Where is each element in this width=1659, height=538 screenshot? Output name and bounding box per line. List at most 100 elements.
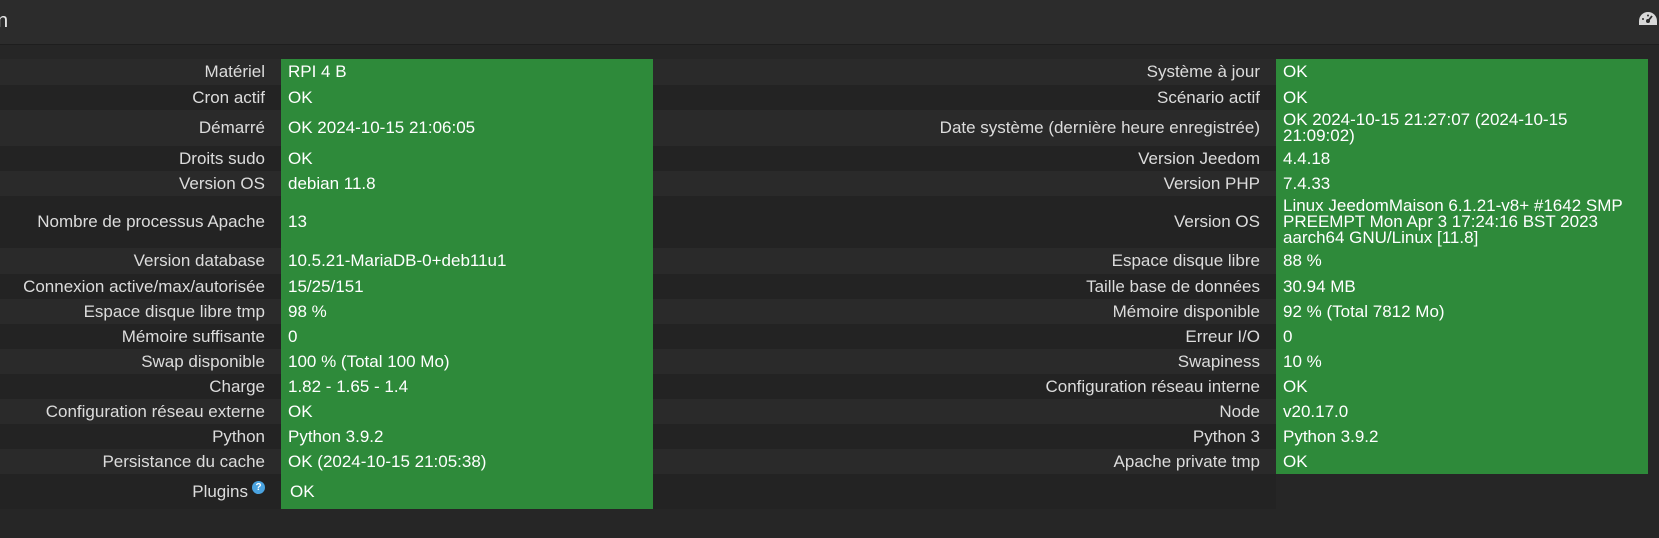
row-label: Scénario actif [653,85,1276,110]
table-row: Mémoire suffisante 0 Erreur I/O 0 [0,324,1659,349]
table-row: Configuration réseau externe OK Node v20… [0,399,1659,424]
table-row: Version OS debian 11.8 Version PHP 7.4.3… [0,171,1659,196]
panel-header: n [0,0,1659,45]
row-value: Linux JeedomMaison 6.1.21-v8+ #1642 SMP … [1276,196,1648,248]
row-label: Système à jour [653,59,1276,85]
row-label: Python [0,424,281,449]
health-table: Matériel RPI 4 B Système à jour OK Cron … [0,59,1659,509]
row-value: 0 [281,324,653,349]
row-value: OK [1276,449,1648,474]
row-gap [1648,449,1659,474]
row-value: OK [281,85,653,110]
row-gap [1648,324,1659,349]
row-label: Apache private tmp [653,449,1276,474]
row-value: 4.4.18 [1276,146,1648,171]
table-row: Python Python 3.9.2 Python 3 Python 3.9.… [0,424,1659,449]
row-value: 10 % [1276,349,1648,374]
row-value: 92 % (Total 7812 Mo) [1276,299,1648,324]
row-gap [1648,110,1659,146]
row-value: 13 [281,196,653,248]
row-value: Python 3.9.2 [1276,424,1648,449]
row-value: OK [1276,85,1648,110]
row-gap [1648,59,1659,85]
row-value: 98 % [281,299,653,324]
panel-title: n [0,10,9,32]
row-value: 30.94 MB [1276,274,1648,299]
row-label: Version database [0,248,281,274]
row-gap [1648,474,1659,509]
row-value: 10.5.21-MariaDB-0+deb11u1 [281,248,653,274]
row-gap [1648,424,1659,449]
row-gap [1648,274,1659,299]
row-label: Nombre de processus Apache [0,196,281,248]
row-label: Droits sudo [0,146,281,171]
row-gap [1648,171,1659,196]
row-label: Swap disponible [0,349,281,374]
row-label: Version OS [653,196,1276,248]
table-row: Démarré OK 2024-10-15 21:06:05 Date syst… [0,110,1659,146]
row-label: Configuration réseau externe [0,399,281,424]
row-label: Mémoire disponible [653,299,1276,324]
row-label: Mémoire suffisante [0,324,281,349]
row-label: Espace disque libre [653,248,1276,274]
table-row: Swap disponible 100 % (Total 100 Mo) Swa… [0,349,1659,374]
row-label: Persistance du cache [0,449,281,474]
row-value: OK [1276,59,1648,85]
table-row: Connexion active/max/autorisée 15/25/151… [0,274,1659,299]
row-value: v20.17.0 [1276,399,1648,424]
table-row: Espace disque libre tmp 98 % Mémoire dis… [0,299,1659,324]
plugins-label-cell: Plugins? [0,474,281,509]
row-gap [1648,85,1659,110]
row-gap [1648,374,1659,399]
row-label-empty [653,474,1276,509]
row-label: Taille base de données [653,274,1276,299]
plugins-row: Plugins? OK [0,474,1659,509]
row-gap [1648,349,1659,374]
row-gap [1648,248,1659,274]
table-row: Version database 10.5.21-MariaDB-0+deb11… [0,248,1659,274]
row-value: Python 3.9.2 [281,424,653,449]
row-gap [1648,399,1659,424]
row-label: Python 3 [653,424,1276,449]
row-label: Erreur I/O [653,324,1276,349]
row-value: 0 [1276,324,1648,349]
row-value: OK [1276,374,1648,399]
row-label: Espace disque libre tmp [0,299,281,324]
row-label: Connexion active/max/autorisée [0,274,281,299]
row-label: Matériel [0,59,281,85]
table-row: Cron actif OK Scénario actif OK [0,85,1659,110]
row-value: OK 2024-10-15 21:27:07 (2024-10-15 21:09… [1276,110,1648,146]
row-gap [1648,146,1659,171]
row-label: Configuration réseau interne [653,374,1276,399]
row-value: 100 % (Total 100 Mo) [281,349,653,374]
row-label: Charge [0,374,281,399]
plugins-value: OK [281,474,653,509]
row-label: Version OS [0,171,281,196]
table-row: Matériel RPI 4 B Système à jour OK [0,59,1659,85]
row-gap [1648,299,1659,324]
row-label: Swapiness [653,349,1276,374]
row-label: Cron actif [0,85,281,110]
dashboard-gauge-icon[interactable] [1636,9,1659,29]
table-row: Persistance du cache OK (2024-10-15 21:0… [0,449,1659,474]
table-row: Nombre de processus Apache 13 Version OS… [0,196,1659,248]
row-label: Version PHP [653,171,1276,196]
row-label: Node [653,399,1276,424]
row-value-empty [1276,474,1648,509]
row-value: OK [281,399,653,424]
table-row: Droits sudo OK Version Jeedom 4.4.18 [0,146,1659,171]
row-label: Date système (dernière heure enregistrée… [653,110,1276,146]
row-value: 88 % [1276,248,1648,274]
row-value: RPI 4 B [281,59,653,85]
row-value: 7.4.33 [1276,171,1648,196]
row-gap [1648,196,1659,248]
plugins-label: Plugins [192,481,248,501]
table-row: Charge 1.82 - 1.65 - 1.4 Configuration r… [0,374,1659,399]
row-value: debian 11.8 [281,171,653,196]
question-circle-icon[interactable]: ? [252,480,265,494]
row-value: OK (2024-10-15 21:05:38) [281,449,653,474]
row-value: 1.82 - 1.65 - 1.4 [281,374,653,399]
row-label: Démarré [0,110,281,146]
row-value: 15/25/151 [281,274,653,299]
row-label: Version Jeedom [653,146,1276,171]
